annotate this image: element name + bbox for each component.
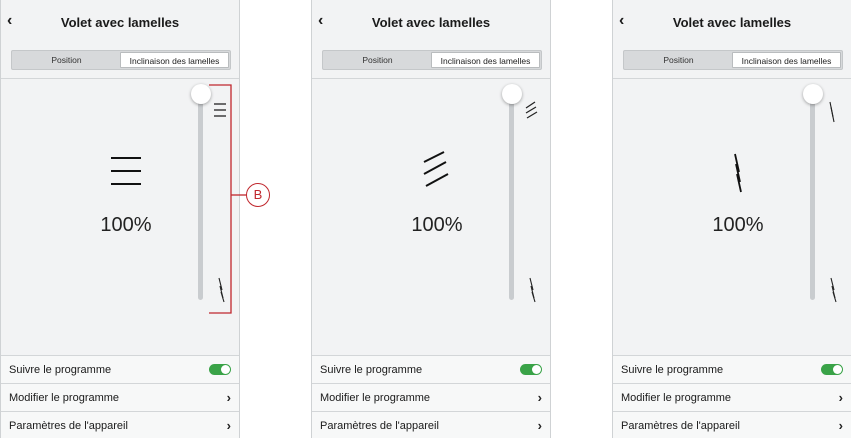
edit-schedule-row[interactable]: Modifier le programme ›: [1, 383, 239, 411]
follow-schedule-row[interactable]: Suivre le programme: [1, 355, 239, 383]
tab-position[interactable]: Position: [13, 52, 120, 68]
device-settings-label: Paramètres de l'appareil: [621, 419, 740, 432]
toggle-knob: [221, 365, 230, 374]
tab-switcher: Position Inclinaison des lamelles: [623, 50, 843, 70]
slats-open-icon: [829, 101, 835, 123]
settings-list: Suivre le programme Modifier le programm…: [613, 355, 851, 438]
settings-list: Suivre le programme Modifier le programm…: [1, 355, 239, 438]
header: ‹ Volet avec lamelles: [1, 0, 239, 44]
edit-schedule-row[interactable]: Modifier le programme ›: [613, 383, 851, 411]
device-settings-label: Paramètres de l'appareil: [9, 419, 128, 432]
tab-slat-tilt[interactable]: Inclinaison des lamelles: [431, 52, 540, 68]
slats-vertical-icon: [734, 153, 742, 193]
slats-closed-icon: [529, 277, 536, 303]
chevron-right-icon: ›: [537, 390, 542, 405]
header: ‹ Volet avec lamelles: [613, 0, 851, 44]
header: ‹ Volet avec lamelles: [312, 0, 550, 44]
divider: [1, 78, 239, 79]
phone-screen-3: ‹ Volet avec lamelles Position Inclinais…: [612, 0, 851, 438]
tilt-percent: 100%: [411, 214, 463, 236]
device-settings-row[interactable]: Paramètres de l'appareil ›: [613, 411, 851, 438]
chevron-right-icon: ›: [226, 390, 231, 405]
divider: [613, 78, 851, 79]
device-settings-row[interactable]: Paramètres de l'appareil ›: [312, 411, 550, 438]
page-title: Volet avec lamelles: [60, 15, 180, 30]
divider: [312, 78, 550, 79]
toggle-knob: [833, 365, 842, 374]
tab-switcher: Position Inclinaison des lamelles: [11, 50, 231, 70]
page-title: Volet avec lamelles: [672, 15, 792, 30]
tab-slat-tilt[interactable]: Inclinaison des lamelles: [120, 52, 229, 68]
edit-schedule-label: Modifier le programme: [9, 391, 120, 404]
follow-schedule-toggle[interactable]: [209, 364, 231, 375]
tilt-slider-track[interactable]: [509, 96, 514, 300]
toggle-knob: [532, 365, 541, 374]
tilt-slider-thumb[interactable]: [803, 84, 823, 104]
chevron-right-icon: ›: [226, 418, 231, 433]
tab-position[interactable]: Position: [625, 52, 732, 68]
tilt-percent: 100%: [712, 214, 764, 236]
phone-screen-1: ‹ Volet avec lamelles Position Inclinais…: [0, 0, 240, 438]
follow-schedule-toggle[interactable]: [520, 364, 542, 375]
device-settings-label: Paramètres de l'appareil: [320, 419, 439, 432]
device-settings-row[interactable]: Paramètres de l'appareil ›: [1, 411, 239, 438]
tab-switcher: Position Inclinaison des lamelles: [322, 50, 542, 70]
follow-schedule-row[interactable]: Suivre le programme: [613, 355, 851, 383]
callout-bracket: [209, 84, 247, 314]
tilt-slider-track[interactable]: [198, 96, 203, 300]
chevron-right-icon: ›: [537, 418, 542, 433]
follow-schedule-label: Suivre le programme: [320, 363, 423, 376]
edit-schedule-label: Modifier le programme: [621, 391, 732, 404]
follow-schedule-row[interactable]: Suivre le programme: [312, 355, 550, 383]
phone-screen-2: ‹ Volet avec lamelles Position Inclinais…: [311, 0, 551, 438]
edit-schedule-row[interactable]: Modifier le programme ›: [312, 383, 550, 411]
slats-open-icon: [525, 101, 538, 119]
tilt-slider-track[interactable]: [810, 96, 815, 300]
callout-marker: B: [246, 183, 270, 207]
tilt-percent: 100%: [100, 214, 152, 236]
follow-schedule-toggle[interactable]: [821, 364, 843, 375]
tab-position[interactable]: Position: [324, 52, 431, 68]
slats-diagonal-icon: [423, 151, 449, 187]
edit-schedule-label: Modifier le programme: [320, 391, 431, 404]
chevron-right-icon: ›: [838, 418, 843, 433]
tilt-slider-thumb[interactable]: [502, 84, 522, 104]
slats-closed-icon: [830, 277, 837, 303]
page-title: Volet avec lamelles: [371, 15, 491, 30]
follow-schedule-label: Suivre le programme: [621, 363, 724, 376]
slats-horizontal-icon: [111, 157, 141, 185]
follow-schedule-label: Suivre le programme: [9, 363, 112, 376]
tab-slat-tilt[interactable]: Inclinaison des lamelles: [732, 52, 841, 68]
settings-list: Suivre le programme Modifier le programm…: [312, 355, 550, 438]
chevron-right-icon: ›: [838, 390, 843, 405]
